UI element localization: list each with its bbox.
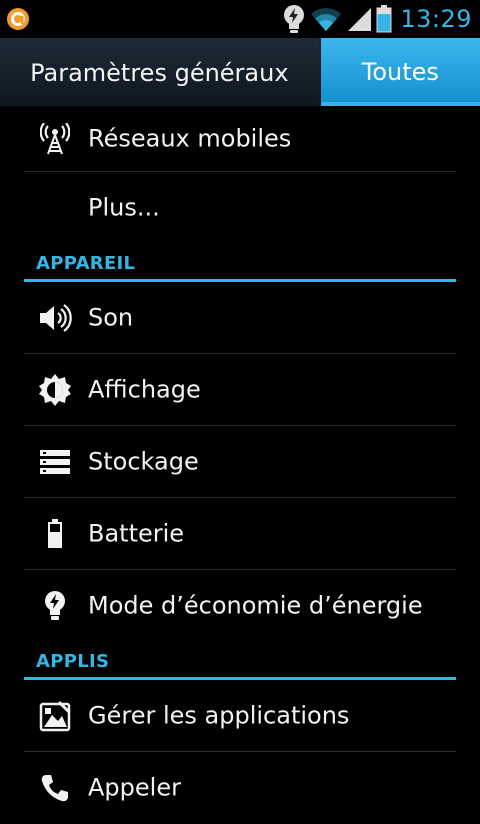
battery-icon — [38, 517, 72, 551]
tab-general-settings[interactable]: Paramètres généraux — [0, 38, 319, 106]
speaker-icon — [38, 301, 72, 335]
list-item-battery[interactable]: Batterie — [24, 498, 456, 570]
cell-signal-icon — [346, 6, 372, 32]
section-header-device: APPAREIL — [24, 244, 456, 282]
list-item-label: Réseaux mobiles — [88, 123, 292, 152]
tab-all[interactable]: Toutes — [320, 38, 480, 106]
section-title: APPLIS — [36, 651, 110, 672]
list-item-label: Mode d’économie d’énergie — [88, 591, 423, 620]
app-manager-icon — [38, 699, 72, 733]
list-item-sound[interactable]: Son — [24, 282, 456, 354]
list-item-power-saving[interactable]: Mode d’économie d’énergie — [24, 570, 456, 642]
power-saving-bulb-icon — [282, 4, 306, 34]
list-item-display[interactable]: Affichage — [24, 354, 456, 426]
battery-icon — [376, 5, 392, 33]
status-clock: 13:29 — [400, 5, 472, 33]
antenna-icon — [38, 122, 72, 156]
list-item-storage[interactable]: Stockage — [24, 426, 456, 498]
list-item-label: Affichage — [88, 374, 201, 403]
list-item-manage-apps[interactable]: Gérer les applications — [24, 680, 456, 752]
status-bar: 13:29 — [0, 0, 480, 38]
section-header-apps: APPLIS — [24, 642, 456, 680]
lightbulb-icon — [38, 589, 72, 623]
list-item-call[interactable]: Appeler — [24, 752, 456, 824]
list-item-label: Plus... — [88, 193, 160, 222]
settings-list[interactable]: Réseaux mobiles Plus... APPAREIL Son Aff… — [0, 106, 480, 824]
list-item-label: Gérer les applications — [88, 700, 350, 729]
list-item-label: Appeler — [88, 773, 181, 802]
list-item-label: Son — [88, 302, 134, 331]
list-item-more[interactable]: Plus... — [24, 172, 456, 244]
brightness-icon — [38, 373, 72, 407]
list-item-label: Batterie — [88, 518, 185, 547]
storage-icon — [38, 445, 72, 479]
section-title: APPAREIL — [36, 253, 136, 274]
list-item-mobile-networks[interactable]: Réseaux mobiles — [24, 106, 456, 172]
tab-bar: Paramètres généraux Toutes — [0, 38, 480, 106]
aviate-notification-icon — [6, 7, 30, 31]
wifi-icon — [310, 6, 342, 32]
list-item-label: Stockage — [88, 446, 199, 475]
